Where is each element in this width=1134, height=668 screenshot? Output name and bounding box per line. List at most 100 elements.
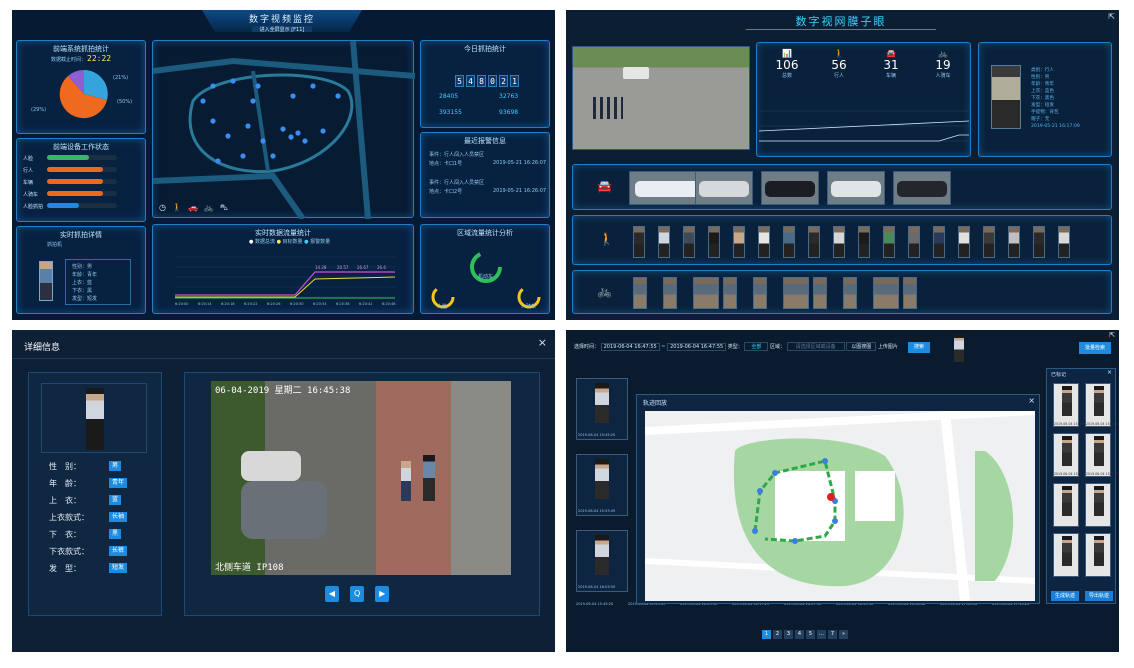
marked-thumbnail[interactable]: 2019-06-04 15:57:55 xyxy=(1085,433,1119,477)
pedestrian-thumbnail[interactable] xyxy=(658,226,670,258)
play-icon[interactable]: ◷ xyxy=(159,203,172,212)
dialog-close[interactable]: × xyxy=(1028,396,1035,405)
pedestrian-thumbnail[interactable] xyxy=(683,226,695,258)
page-button[interactable]: 1 xyxy=(762,630,771,639)
next-button[interactable]: ▶ xyxy=(375,586,390,602)
vehicle-thumbnail[interactable] xyxy=(761,171,819,205)
map-pin[interactable] xyxy=(225,133,231,139)
pedestrian-thumbnail[interactable] xyxy=(1008,226,1020,258)
map-pin[interactable] xyxy=(250,98,256,104)
pedestrian-thumbnail[interactable] xyxy=(883,226,895,258)
pedestrian-thumbnail[interactable] xyxy=(858,226,870,258)
map-pin[interactable] xyxy=(302,138,308,144)
map-pin[interactable] xyxy=(310,83,316,89)
marked-thumbnail[interactable]: 2019-06-04 15:46:49 xyxy=(1053,383,1088,427)
pedestrian-thumbnail[interactable] xyxy=(983,226,995,258)
vehicle-thumbnail[interactable] xyxy=(695,171,753,205)
map-pin[interactable] xyxy=(280,126,286,132)
generate-trajectory-button[interactable]: 生成轨迹 xyxy=(1051,591,1079,601)
fullscreen-button[interactable]: 进入全屏显示 [F11] xyxy=(252,26,312,32)
pedestrian-thumbnail[interactable] xyxy=(783,226,795,258)
marked-thumbnail[interactable] xyxy=(1053,533,1079,577)
cyclist-thumbnail[interactable] xyxy=(813,277,827,309)
map-pin[interactable] xyxy=(200,98,206,104)
map-pin[interactable] xyxy=(245,123,251,129)
map-pin[interactable] xyxy=(255,83,261,89)
result-card[interactable]: 2019-06-04 15:53:49 xyxy=(576,454,628,516)
vehicle-thumbnail[interactable] xyxy=(827,171,885,205)
exit-icon[interactable]: ⇱ xyxy=(1108,12,1115,21)
car-icon[interactable]: 🚗 xyxy=(188,203,204,212)
exit-icon[interactable]: ⇱ xyxy=(1109,331,1115,339)
zoom-button[interactable]: Q xyxy=(350,586,365,602)
map-pin[interactable] xyxy=(240,153,246,159)
cyclist-thumbnail[interactable] xyxy=(843,277,857,309)
map-panel[interactable]: ◷🚶🚗🚲⛍ xyxy=(152,40,415,219)
query-thumbnail[interactable] xyxy=(954,334,964,362)
target-thumbnail[interactable] xyxy=(991,65,1021,129)
pedestrian-thumbnail[interactable] xyxy=(733,226,745,258)
pedestrian-thumbnail[interactable] xyxy=(633,226,645,258)
cyclist-thumbnail[interactable] xyxy=(783,277,809,309)
image-search-button[interactable]: 以图搜图 xyxy=(846,342,877,351)
batch-search-button[interactable]: 批量检索 xyxy=(1079,342,1111,354)
pedestrian-thumbnail[interactable] xyxy=(933,226,945,258)
cctv-frame[interactable]: 06-04-2019 星期二 16:45:38 北侧车道 IP108 xyxy=(211,381,511,575)
close-button[interactable]: × xyxy=(538,336,547,349)
live-video[interactable] xyxy=(572,46,750,150)
map-pin[interactable] xyxy=(288,134,294,140)
type-select[interactable]: 全部 xyxy=(744,342,769,351)
cyclist-thumbnail[interactable] xyxy=(723,277,737,309)
marked-thumbnail[interactable] xyxy=(1085,483,1111,527)
cyclist-thumbnail[interactable] xyxy=(633,277,647,309)
page-button[interactable]: » xyxy=(839,630,848,639)
result-card[interactable]: 2019-06-04 15:45:20 xyxy=(576,378,628,440)
time-end-input[interactable]: 2019-06-04 16:47:55 xyxy=(667,343,727,351)
upload-button[interactable]: 上传图片 xyxy=(878,344,898,350)
map-pin[interactable] xyxy=(295,130,301,136)
time-start-input[interactable]: 2019-06-04 16:47:55 xyxy=(600,343,660,351)
export-trajectory-button[interactable]: 导出轨迹 xyxy=(1085,591,1113,601)
bike-icon[interactable]: 🚲 xyxy=(204,203,220,212)
page-button[interactable]: 5 xyxy=(806,630,815,639)
alarm-event-2[interactable]: 事件：行人闯入人员禁区 xyxy=(429,179,484,186)
person-thumbnail[interactable] xyxy=(39,261,53,301)
page-button[interactable]: 3 xyxy=(784,630,793,639)
page-button[interactable]: … xyxy=(817,630,826,639)
marked-thumbnail[interactable] xyxy=(1085,533,1111,577)
map-pin[interactable] xyxy=(215,158,221,164)
cyclist-thumbnail[interactable] xyxy=(663,277,677,309)
search-button[interactable]: 搜索 xyxy=(908,342,930,353)
map-pin[interactable] xyxy=(270,153,276,159)
cyclist-thumbnail[interactable] xyxy=(903,277,917,309)
page-button[interactable]: 4 xyxy=(795,630,804,639)
cyclist-thumbnail[interactable] xyxy=(873,277,899,309)
area-input[interactable]: 请选择区域或设备 xyxy=(786,342,845,351)
map-pin[interactable] xyxy=(260,138,266,144)
walk-icon[interactable]: 🚶 xyxy=(172,203,188,212)
cyclist-thumbnail[interactable] xyxy=(693,277,719,309)
pedestrian-thumbnail[interactable] xyxy=(1058,226,1070,258)
person-crop[interactable] xyxy=(41,383,147,453)
marked-thumbnail[interactable] xyxy=(1053,483,1079,527)
pedestrian-thumbnail[interactable] xyxy=(833,226,845,258)
marked-thumbnail[interactable]: 2019-06-04 15:48:40 xyxy=(1085,383,1119,427)
page-button[interactable]: 7 xyxy=(828,630,837,639)
pedestrian-thumbnail[interactable] xyxy=(708,226,720,258)
map-pin[interactable] xyxy=(320,128,326,134)
pedestrian-thumbnail[interactable] xyxy=(908,226,920,258)
map-pin[interactable] xyxy=(290,93,296,99)
map-pin[interactable] xyxy=(210,118,216,124)
vehicle-thumbnail[interactable] xyxy=(893,171,951,205)
pedestrian-thumbnail[interactable] xyxy=(758,226,770,258)
marked-thumbnail[interactable]: 2019-06-04 15:52:08 xyxy=(1053,433,1088,477)
alarm-event-1[interactable]: 事件：行人闯入人员禁区 xyxy=(429,151,484,158)
map-canvas[interactable] xyxy=(153,41,415,219)
map-pin[interactable] xyxy=(210,83,216,89)
cyclist-thumbnail[interactable] xyxy=(753,277,767,309)
page-button[interactable]: 2 xyxy=(773,630,782,639)
pedestrian-thumbnail[interactable] xyxy=(1033,226,1045,258)
pedestrian-thumbnail[interactable] xyxy=(958,226,970,258)
moto-icon[interactable]: ⛍ xyxy=(220,203,234,212)
trajectory-map[interactable] xyxy=(645,411,1035,601)
